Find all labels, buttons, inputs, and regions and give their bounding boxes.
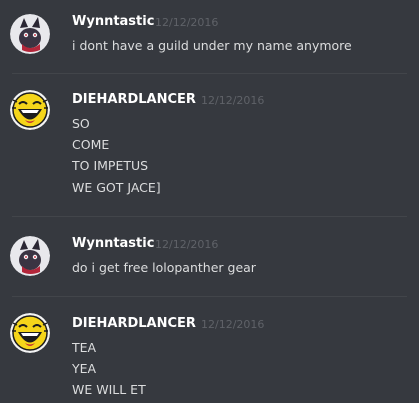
fox-avatar-icon[interactable] xyxy=(10,236,50,276)
message-text: YEA xyxy=(72,361,97,376)
timestamp: 12/12/2016 xyxy=(201,94,265,107)
message-text: i dont have a guild under my name anymor… xyxy=(72,38,352,53)
message-text: WE GOT JACE] xyxy=(72,180,161,195)
message-divider xyxy=(12,296,407,297)
laughing-face-avatar-icon[interactable] xyxy=(10,313,50,353)
timestamp: 12/12/2016 xyxy=(155,238,219,251)
username[interactable]: Wynntastic xyxy=(72,14,154,29)
username[interactable]: Wynntastic xyxy=(72,236,154,251)
chat-messages: Wynntastic 12/12/2016 i dont have a guil… xyxy=(0,0,419,403)
message-text: SO xyxy=(72,116,90,131)
laughing-face-avatar-icon[interactable] xyxy=(10,90,50,130)
timestamp: 12/12/2016 xyxy=(155,16,219,29)
message-text: do i get free lolopanther gear xyxy=(72,260,256,275)
fox-avatar-icon[interactable] xyxy=(10,14,50,54)
message-text: COME xyxy=(72,137,110,152)
message-divider xyxy=(12,73,407,74)
message-divider xyxy=(12,216,407,217)
message-text: TEA xyxy=(72,340,97,355)
username[interactable]: DIEHARDLANCER xyxy=(72,92,196,107)
timestamp: 12/12/2016 xyxy=(201,318,265,331)
message-text: TO IMPETUS xyxy=(72,158,149,173)
username[interactable]: DIEHARDLANCER xyxy=(72,316,196,331)
message-text: WE WILL ET xyxy=(72,382,146,397)
